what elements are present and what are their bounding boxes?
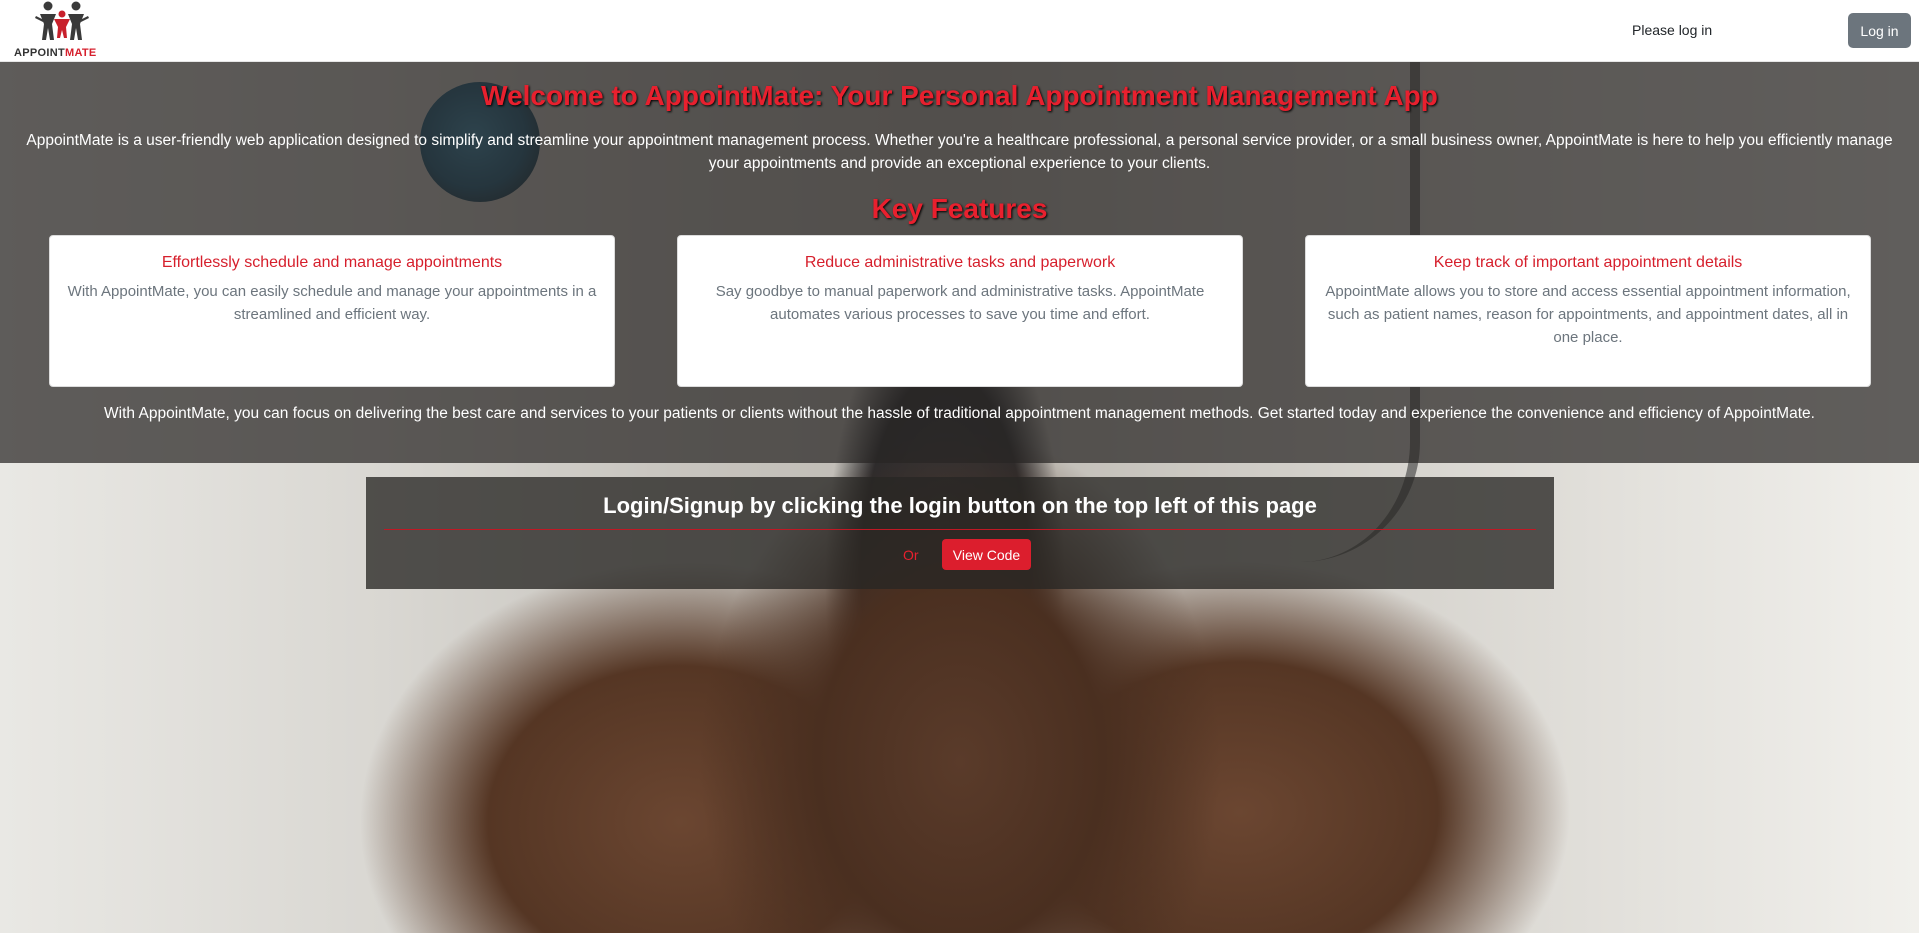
key-features-title: Key Features <box>871 193 1048 224</box>
logo-text-mate: MATE <box>65 47 97 59</box>
feature-card-title: Keep track of important appointment deta… <box>1433 254 1743 271</box>
feature-card-text: With AppointMate, you can easily schedul… <box>67 283 597 323</box>
feature-card-text: AppointMate allows you to store and acce… <box>1325 283 1851 346</box>
login-panel-title: Login/Signup by clicking the login butto… <box>603 493 1317 518</box>
feature-card-schedule: Effortlessly schedule and manage appoint… <box>49 235 615 387</box>
logo[interactable]: APPOINTMATE <box>14 0 114 62</box>
logo-text: APPOINTMATE <box>14 47 97 59</box>
hero-footer-text: With AppointMate, you can focus on deliv… <box>104 405 1815 422</box>
feature-card-title: Effortlessly schedule and manage appoint… <box>161 254 503 271</box>
divider <box>384 529 1536 530</box>
feature-card-details: Keep track of important appointment deta… <box>1305 235 1871 387</box>
family-logo-icon <box>35 1 89 40</box>
hero-section: Welcome to AppointMate: Your Personal Ap… <box>0 62 1919 463</box>
logo-text-appoint: APPOINT <box>14 47 65 59</box>
login-panel: Login/Signup by clicking the login butto… <box>366 477 1554 589</box>
hero-description: AppointMate is a user-friendly web appli… <box>26 132 1893 172</box>
navbar: APPOINTMATE Please log in Log in <box>0 0 1919 62</box>
login-status-text: Please log in <box>1632 22 1713 38</box>
hero-title: Welcome to AppointMate: Your Personal Ap… <box>481 80 1438 111</box>
login-button[interactable]: Log in <box>1848 13 1911 48</box>
or-label: Or <box>903 547 919 563</box>
feature-card-paperwork: Reduce administrative tasks and paperwor… <box>677 235 1243 387</box>
feature-card-text: Say goodbye to manual paperwork and admi… <box>715 283 1205 323</box>
feature-card-title: Reduce administrative tasks and paperwor… <box>804 254 1116 271</box>
view-code-button[interactable]: View Code <box>942 539 1031 570</box>
